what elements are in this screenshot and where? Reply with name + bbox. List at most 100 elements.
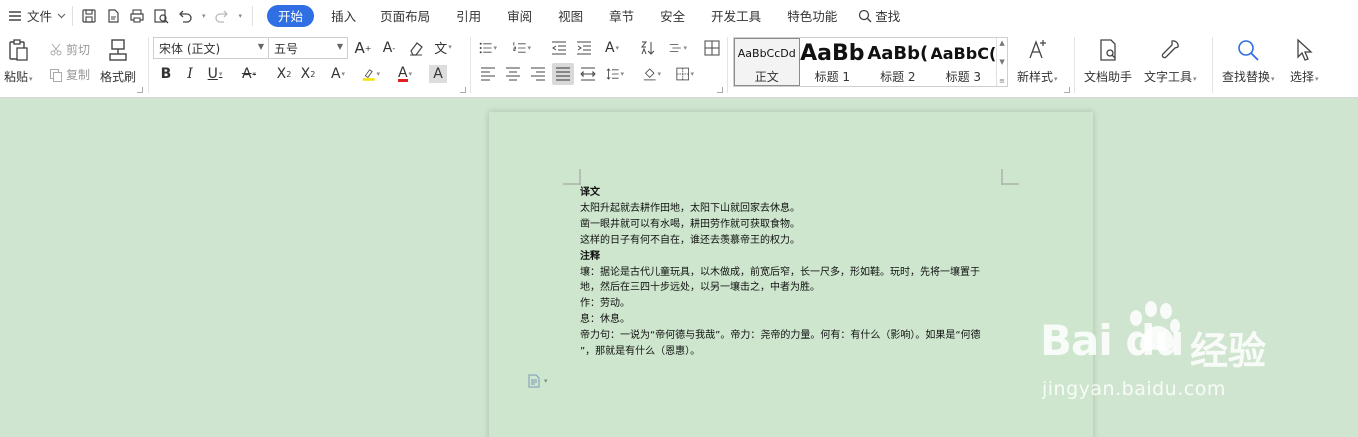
font-name-select[interactable]: 宋体 (正文) ▼ <box>153 37 269 59</box>
new-style-button[interactable]: 新样式▾ <box>1017 38 1058 85</box>
document-page[interactable]: 译文 太阳升起就去耕作田地，太阳下山就回家去休息。 凿一眼井就可以有水喝，耕田劳… <box>489 112 1093 437</box>
magnifier-icon <box>1238 40 1259 61</box>
new-style-label: 新样式 <box>1017 70 1054 84</box>
tab-page-layout[interactable]: 页面布局 <box>367 5 443 27</box>
doc-paragraph: 息：休息。 <box>580 314 630 326</box>
tab-security[interactable]: 安全 <box>647 5 698 27</box>
paste-button[interactable]: 粘贴▾ <box>4 38 33 85</box>
italic-icon[interactable]: I <box>181 65 199 83</box>
style-heading-2[interactable]: AaBb( 标题 2 <box>865 38 931 86</box>
file-menu[interactable]: 文件 <box>0 6 66 25</box>
find-replace-button[interactable]: 查找替换▾ <box>1222 38 1275 85</box>
divider <box>1074 37 1075 93</box>
tab-special-features[interactable]: 特色功能 <box>774 5 850 27</box>
chevron-down-icon <box>57 13 66 18</box>
divider <box>148 37 149 93</box>
wrench-icon <box>1162 40 1180 59</box>
line-spacing-icon[interactable]: ▾ <box>669 39 687 57</box>
undo-icon[interactable] <box>177 8 193 24</box>
doc-paragraph: 太阳升起就去耕作田地，太阳下山就回家去休息。 <box>580 202 800 214</box>
shading-icon[interactable]: ▾ <box>643 65 661 83</box>
style-heading-3[interactable]: AaBbC( 标题 3 <box>931 38 997 86</box>
style-heading-1[interactable]: AaBb 标题 1 <box>800 38 866 86</box>
change-case-icon[interactable]: A ▾ <box>603 39 621 57</box>
search-icon <box>859 9 872 22</box>
increase-indent-icon[interactable] <box>575 39 593 57</box>
strikethrough-icon[interactable]: A ▾ <box>240 65 258 83</box>
sort-icon[interactable] <box>639 39 657 57</box>
doc-paragraph: 凿一眼井就可以有水喝，耕田劳作就可获取食物。 <box>580 218 800 230</box>
tab-developer[interactable]: 开发工具 <box>698 5 774 27</box>
font-color-icon[interactable]: A ▾ <box>396 65 414 83</box>
copy-button[interactable]: 复制 <box>49 66 90 83</box>
paragraph-spacing-icon[interactable]: ▾ <box>606 65 624 83</box>
font-group-launcher[interactable] <box>460 87 466 93</box>
paragraph-group-launcher[interactable] <box>717 87 723 93</box>
save-icon[interactable] <box>81 8 97 24</box>
highlight-icon[interactable]: ▾ <box>362 65 380 83</box>
tab-references[interactable]: 引用 <box>443 5 494 27</box>
search-command[interactable]: 查找 <box>850 5 908 27</box>
customize-dropdown-icon[interactable]: ▾ <box>239 12 243 20</box>
undo-dropdown-icon[interactable]: ▾ <box>202 12 206 20</box>
tab-view[interactable]: 视图 <box>545 5 596 27</box>
chevron-down-icon[interactable]: ▼ <box>999 58 1004 66</box>
doc-assistant-button[interactable]: 文档助手 <box>1084 38 1132 85</box>
tab-review[interactable]: 审阅 <box>494 5 545 27</box>
divider <box>727 37 728 93</box>
tab-start[interactable]: 开始 <box>267 4 315 27</box>
superscript-icon[interactable]: X2 <box>275 65 293 83</box>
font-name-value: 宋体 (正文) <box>159 41 221 56</box>
borders-icon[interactable]: ▾ <box>676 65 694 83</box>
tab-chapter[interactable]: 章节 <box>596 5 647 27</box>
style-name: 标题 2 <box>880 70 916 84</box>
cut-label: 剪切 <box>66 43 91 57</box>
clear-format-icon[interactable] <box>407 39 425 57</box>
baidu-jingyan-watermark: Bai du 经验 jingyan.baidu.com <box>1040 300 1340 410</box>
phonetic-guide-icon[interactable]: 文 ▾ <box>434 38 452 57</box>
subscript-icon[interactable]: X2 <box>299 65 317 83</box>
text-tools-button[interactable]: 文字工具▾ <box>1144 38 1197 85</box>
format-painter-button[interactable]: 格式刷 <box>100 38 136 85</box>
show-marks-icon[interactable] <box>703 39 721 57</box>
gallery-scroll[interactable]: ▲ ▼ ≡ <box>996 38 1007 86</box>
grow-font-icon[interactable]: A + <box>354 39 372 57</box>
tab-insert[interactable]: 插入 <box>320 5 367 27</box>
text-effect-icon[interactable]: A ▾ <box>329 65 347 83</box>
underline-icon[interactable]: U ▾ <box>206 65 224 83</box>
style-sample: AaBbC( <box>930 43 997 63</box>
character-shading-icon[interactable]: A <box>429 65 447 83</box>
print-icon[interactable] <box>129 8 145 24</box>
gallery-more-icon[interactable]: ≡ <box>999 77 1005 85</box>
paste-options-button[interactable]: ▾ <box>527 374 548 388</box>
align-right-icon[interactable] <box>529 65 547 83</box>
chevron-down-icon: ▾ <box>544 377 548 385</box>
bold-icon[interactable]: B <box>157 65 175 83</box>
copy-label: 复制 <box>66 68 91 82</box>
output-pdf-icon[interactable] <box>105 8 121 24</box>
bullet-list-icon[interactable]: ▾ <box>479 39 497 57</box>
clipboard-icon <box>9 39 28 61</box>
styles-group-launcher[interactable] <box>1064 87 1070 93</box>
clipboard-group-launcher[interactable] <box>137 87 143 93</box>
style-sample: AaBb( <box>867 42 929 64</box>
style-normal[interactable]: AaBbCcDd 正文 <box>734 38 800 86</box>
shrink-font-icon[interactable]: A- <box>380 39 398 57</box>
redo-icon[interactable] <box>214 8 230 24</box>
print-preview-icon[interactable] <box>153 8 169 24</box>
document-body[interactable]: 译文 太阳升起就去耕作田地，太阳下山就回家去休息。 凿一眼井就可以有水喝，耕田劳… <box>580 185 1010 360</box>
align-center-icon[interactable] <box>504 65 522 83</box>
cut-button[interactable]: 剪切 <box>49 41 90 58</box>
font-size-select[interactable]: 五号 ▼ <box>268 37 348 59</box>
chevron-up-icon[interactable]: ▲ <box>999 39 1004 47</box>
align-left-icon[interactable] <box>479 65 497 83</box>
divider <box>470 37 471 93</box>
decrease-indent-icon[interactable] <box>550 39 568 57</box>
distributed-align-icon[interactable] <box>579 65 597 83</box>
hamburger-icon <box>9 10 21 21</box>
numbered-list-icon[interactable]: ▾ <box>513 39 531 57</box>
format-painter-icon <box>109 39 127 61</box>
watermark-cn-text: 经验 <box>1190 329 1267 373</box>
select-button[interactable]: 选择▾ <box>1290 38 1319 85</box>
justify-icon[interactable] <box>552 63 574 85</box>
